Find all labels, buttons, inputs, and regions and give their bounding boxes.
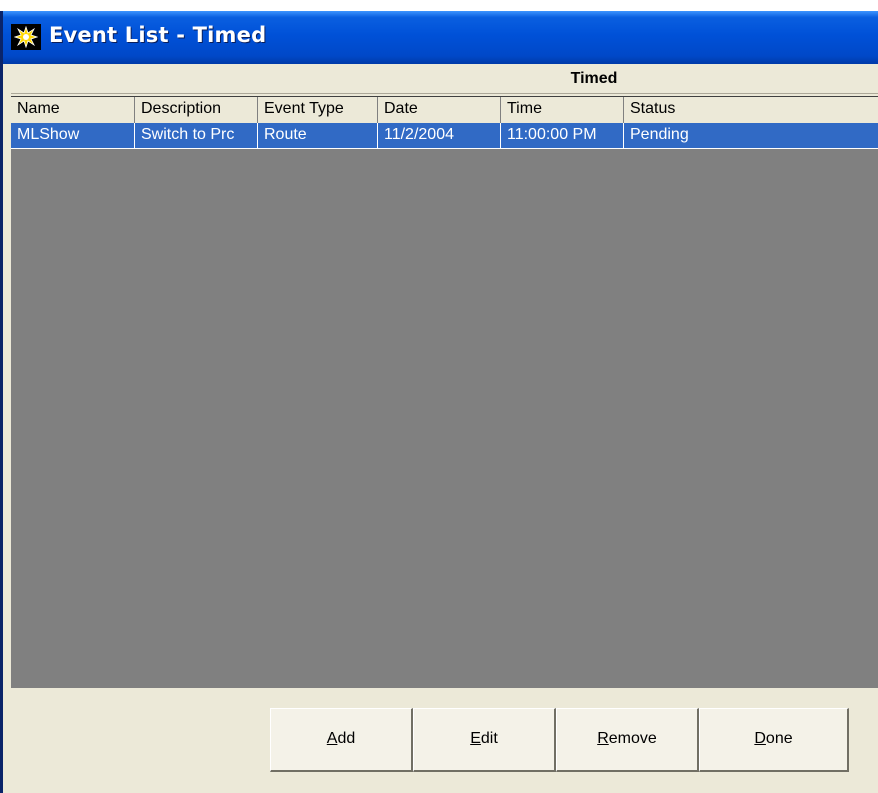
remove-button[interactable]: Remove (556, 708, 699, 772)
column-header-row: Name Description Event Type Date Time St… (11, 97, 878, 124)
cell-event-type[interactable]: Route (258, 123, 378, 148)
cell-date[interactable]: 11/2/2004 (378, 123, 501, 148)
event-grid[interactable]: Name Description Event Type Date Time St… (11, 96, 878, 688)
column-header-time[interactable]: Time (501, 97, 624, 123)
add-button-label: dd (337, 730, 356, 747)
cell-name[interactable]: MLShow (11, 123, 135, 148)
done-button-label: one (765, 730, 793, 747)
column-header-description[interactable]: Description (135, 97, 258, 123)
column-header-date[interactable]: Date (378, 97, 501, 123)
column-header-event-type[interactable]: Event Type (258, 97, 378, 123)
event-list-window: Event List - Timed Timed Name Descriptio… (0, 11, 878, 793)
title-bar[interactable]: Event List - Timed (3, 11, 878, 64)
edit-button-label: dit (480, 730, 498, 747)
starburst-icon[interactable] (11, 24, 41, 50)
edit-button[interactable]: Edit (413, 708, 556, 772)
group-label: Timed (570, 70, 618, 87)
add-button[interactable]: Add (270, 708, 413, 772)
add-button-mnemonic: A (326, 730, 338, 747)
done-button[interactable]: Done (699, 708, 849, 772)
edit-button-mnemonic: E (470, 730, 481, 747)
remove-button-label: emove (608, 730, 657, 747)
table-row[interactable]: MLShow Switch to Prc Route 11/2/2004 11:… (11, 123, 878, 149)
column-header-name[interactable]: Name (11, 97, 135, 123)
cell-time[interactable]: 11:00:00 PM (501, 123, 624, 148)
column-header-status[interactable]: Status (624, 97, 878, 123)
cell-status[interactable]: Pending (624, 123, 878, 148)
window-title: Event List - Timed (49, 23, 267, 47)
remove-button-mnemonic: R (597, 730, 609, 747)
cell-description[interactable]: Switch to Prc (135, 123, 258, 148)
button-bar: Add Edit Remove Done (11, 692, 878, 793)
group-header: Timed (11, 68, 878, 94)
done-button-mnemonic: D (754, 730, 766, 747)
